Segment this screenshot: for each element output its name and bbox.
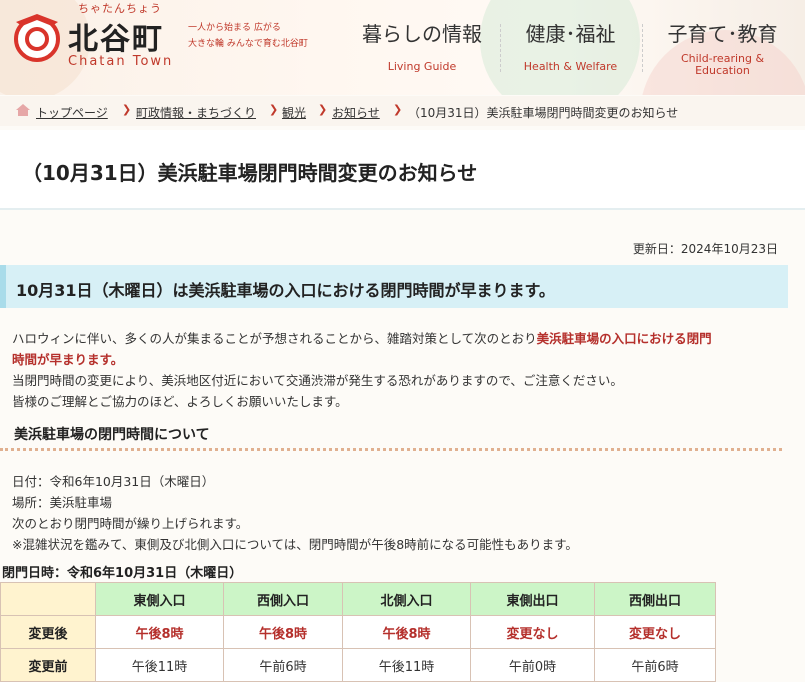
table-cell: 変更なし bbox=[470, 615, 595, 649]
nav-label-en: Health & Welfare bbox=[523, 60, 618, 73]
column-header: 東側出口 bbox=[470, 582, 595, 616]
table-corner-cell bbox=[0, 582, 96, 616]
nav-health-welfare[interactable]: 健康･福祉 Health & Welfare bbox=[508, 18, 633, 73]
town-name-en: Chatan Town bbox=[68, 54, 174, 69]
breadcrumb: トップページ ❯ 町政情報・まちづくり ❯ 観光 ❯ お知らせ ❯ （10月31… bbox=[0, 96, 805, 126]
chevron-right-icon: ❯ bbox=[269, 103, 279, 116]
table-row: 変更前 午後11時 午前6時 午後11時 午前0時 午前6時 bbox=[0, 648, 716, 682]
nav-child-education[interactable]: 子育て･教育 Child-rearing & Education bbox=[650, 18, 795, 77]
page-title-bar: （10月31日）美浜駐車場閉門時間変更のお知らせ bbox=[0, 130, 805, 210]
section-divider bbox=[0, 448, 782, 451]
info-caution: ※混雑状況を鑑みて、東側及び北側入口については、閉門時間が午後8時前になる可能性… bbox=[12, 537, 578, 552]
table-cell: 変更なし bbox=[594, 615, 716, 649]
info-date: 日付：令和6年10月31日（木曜日） bbox=[12, 474, 215, 489]
column-header: 西側出口 bbox=[594, 582, 716, 616]
page-title: （10月31日）美浜駐車場閉門時間変更のお知らせ bbox=[22, 161, 478, 185]
table-cell: 午前6時 bbox=[594, 648, 716, 682]
table-cell: 午前0時 bbox=[470, 648, 595, 682]
body-text: ハロウィンに伴い、多くの人が集まることが予想されることから、雑踏対策として次のと… bbox=[12, 328, 782, 412]
info-place: 場所：美浜駐車場 bbox=[12, 495, 113, 510]
tagline-line-2: 大きな輪 みんなで育む北谷町 bbox=[188, 39, 308, 49]
nav-living-guide[interactable]: 暮らしの情報 Living Guide bbox=[352, 18, 492, 73]
nav-divider bbox=[500, 24, 501, 72]
gate-time-table: 東側入口 西側入口 北側入口 東側出口 西側出口 変更後 午後8時 午後8時 午… bbox=[0, 582, 716, 682]
body-text-p1: ハロウィンに伴い、多くの人が集まることが予想されることから、雑踏対策として次のと… bbox=[12, 331, 537, 346]
nav-label-en-2: Education bbox=[695, 64, 750, 77]
info-list: 日付：令和6年10月31日（木曜日） 場所：美浜駐車場 次のとおり閉門時間が繰り… bbox=[12, 471, 578, 555]
nav-label: 健康･福祉 bbox=[525, 22, 616, 46]
breadcrumb-link-town-info[interactable]: 町政情報・まちづくり bbox=[136, 104, 256, 121]
row-header: 変更前 bbox=[0, 648, 96, 682]
breadcrumb-link-tourism[interactable]: 観光 bbox=[282, 104, 306, 121]
column-header: 東側入口 bbox=[95, 582, 224, 616]
emphasis-text-cont: 時間が早まります。 bbox=[12, 352, 124, 367]
table-cell: 午後8時 bbox=[342, 615, 471, 649]
subheading: 10月31日（木曜日）は美浜駐車場の入口における閉門時間が早まります。 bbox=[16, 281, 555, 300]
subheading-box: 10月31日（木曜日）は美浜駐車場の入口における閉門時間が早まります。 bbox=[0, 265, 788, 308]
breadcrumb-link-top[interactable]: トップページ bbox=[36, 104, 108, 121]
column-header: 北側入口 bbox=[342, 582, 471, 616]
table-header-row: 東側入口 西側入口 北側入口 東側出口 西側出口 bbox=[0, 582, 716, 616]
nav-label: 暮らしの情報 bbox=[362, 22, 482, 46]
tagline-line-1: 一人から始まる 広がる bbox=[188, 23, 281, 33]
table-cell: 午後8時 bbox=[223, 615, 343, 649]
section-title: 美浜駐車場の閉門時間について bbox=[14, 427, 210, 443]
site-header: ちゃたんちょう 北谷町 Chatan Town 一人から始まる 広がる 大きな輪… bbox=[0, 0, 805, 95]
town-emblem-icon[interactable] bbox=[12, 12, 62, 62]
table-cell: 午前6時 bbox=[223, 648, 343, 682]
nav-label: 子育て･教育 bbox=[667, 22, 778, 46]
info-note: 次のとおり閉門時間が繰り上げられます。 bbox=[12, 516, 249, 531]
nav-divider bbox=[642, 24, 643, 72]
table-cell: 午後11時 bbox=[95, 648, 224, 682]
table-cell: 午後8時 bbox=[95, 615, 224, 649]
nav-label-en: Living Guide bbox=[387, 60, 457, 73]
table-caption: 閉門日時：令和6年10月31日（木曜日） bbox=[2, 566, 243, 581]
table-row: 変更後 午後8時 午後8時 午後8時 変更なし 変更なし bbox=[0, 615, 716, 649]
chevron-right-icon: ❯ bbox=[122, 103, 132, 116]
table-cell: 午後11時 bbox=[342, 648, 471, 682]
chevron-right-icon: ❯ bbox=[393, 103, 403, 116]
row-header: 変更後 bbox=[0, 615, 96, 649]
column-header: 西側入口 bbox=[223, 582, 343, 616]
emphasis-text: 美浜駐車場の入口における閉門 bbox=[536, 331, 712, 346]
home-icon bbox=[16, 104, 30, 116]
town-name-logo[interactable]: 北谷町 bbox=[68, 14, 164, 58]
chevron-right-icon: ❯ bbox=[318, 103, 328, 116]
breadcrumb-current: （10月31日）美浜駐車場閉門時間変更のお知らせ bbox=[408, 106, 679, 120]
updated-date: 更新日：2024年10月23日 bbox=[632, 242, 778, 256]
body-text-p3: 皆様のご理解とご協力のほど、よろしくお願いいたします。 bbox=[12, 394, 348, 409]
body-text-p2: 当閉門時間の変更により、美浜地区付近において交通渋滞が発生する恐れがありますので… bbox=[12, 373, 623, 388]
breadcrumb-link-news[interactable]: お知らせ bbox=[332, 104, 380, 121]
town-tagline: 一人から始まる 広がる 大きな輪 みんなで育む北谷町 bbox=[188, 20, 308, 52]
